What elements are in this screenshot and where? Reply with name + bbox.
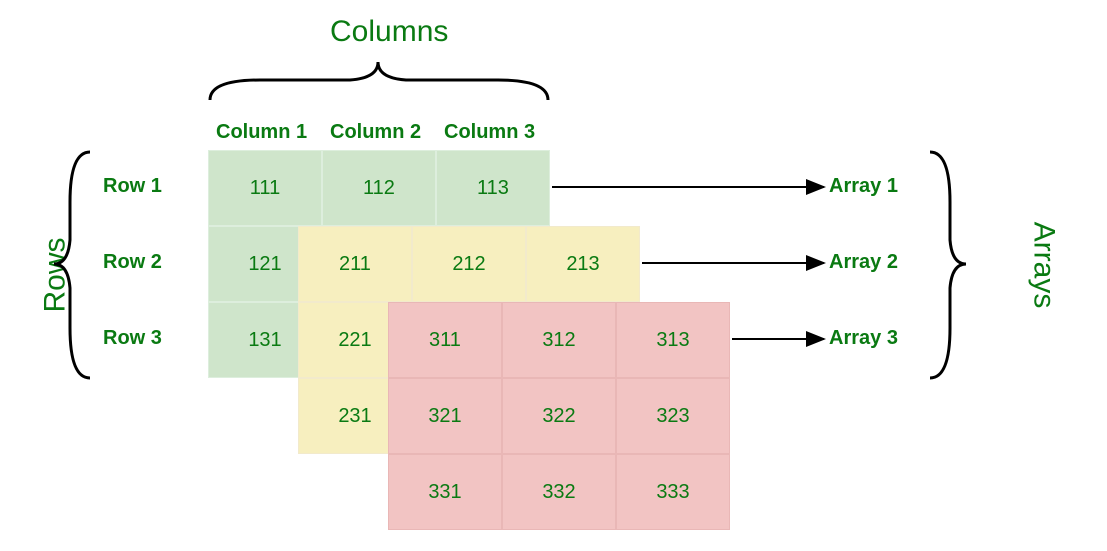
a1-r1-c1: 111 (208, 150, 322, 226)
a3-r3-c3: 333 (616, 454, 730, 530)
col-header-3: Column 3 (444, 121, 535, 144)
rows-title: Rows (39, 237, 73, 312)
columns-brace-icon (210, 62, 548, 100)
array-label-1: Array 1 (829, 175, 898, 198)
a1-r1-c2: 112 (322, 150, 436, 226)
row-label-3: Row 3 (103, 327, 162, 350)
a3-r1-c3: 313 (616, 302, 730, 378)
a1-r1-c3: 113 (436, 150, 550, 226)
a2-r1-c2: 212 (412, 226, 526, 302)
row-label-2: Row 2 (103, 251, 162, 274)
array-label-3: Array 3 (829, 327, 898, 350)
a3-r2-c2: 322 (502, 378, 616, 454)
col-header-2: Column 2 (330, 121, 421, 144)
row-label-1: Row 1 (103, 175, 162, 198)
arrays-brace-icon (930, 152, 966, 378)
a3-r2-c1: 321 (388, 378, 502, 454)
a3-r1-c1: 311 (388, 302, 502, 378)
a3-r1-c2: 312 (502, 302, 616, 378)
a2-r1-c1: 211 (298, 226, 412, 302)
columns-title: Columns (330, 15, 448, 49)
a3-r3-c2: 332 (502, 454, 616, 530)
arrays-title: Arrays (1026, 222, 1060, 309)
a3-r3-c1: 331 (388, 454, 502, 530)
a3-r2-c3: 323 (616, 378, 730, 454)
diagram-stage: Columns Rows Arrays Column 1 Column 2 Co… (0, 0, 1107, 551)
col-header-1: Column 1 (216, 121, 307, 144)
a2-r1-c3: 213 (526, 226, 640, 302)
array-label-2: Array 2 (829, 251, 898, 274)
